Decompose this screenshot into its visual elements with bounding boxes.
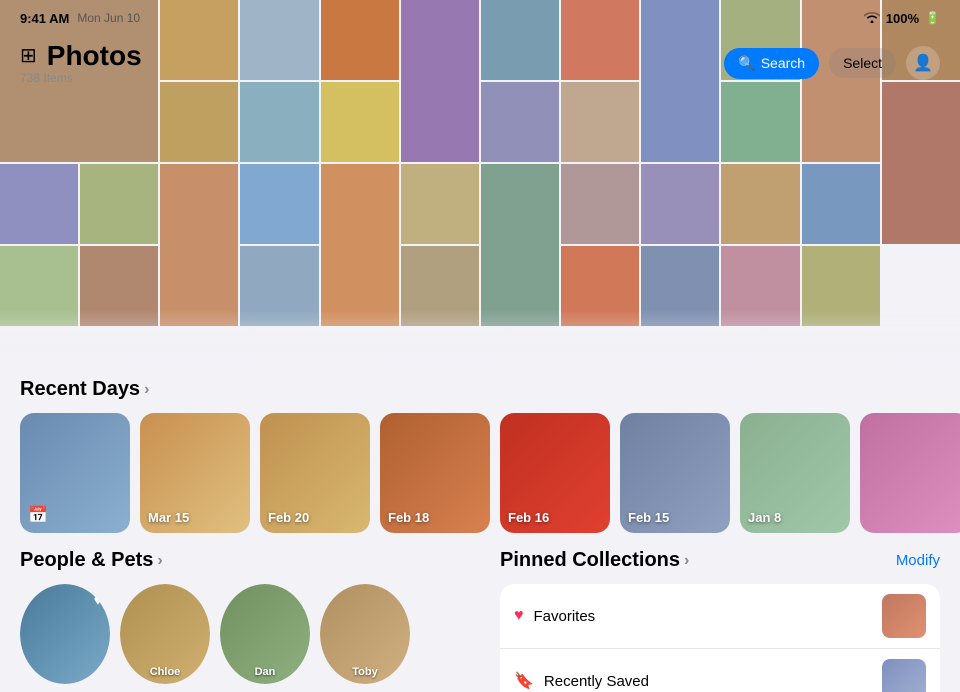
photo-cell[interactable] <box>561 82 639 162</box>
recently-saved-thumbnail <box>882 659 926 692</box>
photo-cell[interactable] <box>80 164 158 244</box>
recent-days-header: Recent Days › <box>0 378 960 401</box>
photo-cell[interactable] <box>561 164 639 244</box>
pinned-item-recently-saved[interactable]: 🔖 Recently Saved <box>500 649 940 692</box>
photo-cell[interactable] <box>561 246 639 326</box>
photo-cell[interactable] <box>160 82 238 162</box>
header-left: ⊞ Photos 738 Items <box>20 41 142 86</box>
profile-avatar[interactable]: 👤 <box>906 46 940 80</box>
status-right-area: 100% 🔋 <box>864 11 940 26</box>
day-card-3[interactable]: Feb 18 <box>380 413 490 533</box>
day-card-7[interactable] <box>860 413 960 533</box>
photo-cell[interactable] <box>401 246 479 326</box>
person-card-0[interactable]: ♥ <box>20 584 110 684</box>
favorite-heart-icon: ♥ <box>94 592 102 608</box>
day-card-4[interactable]: Feb 16 <box>500 413 610 533</box>
pinned-item-favorites[interactable]: ♥ Favorites <box>500 584 940 649</box>
people-pets-title[interactable]: People & Pets › <box>20 549 163 572</box>
people-pets-header: People & Pets › <box>0 549 480 572</box>
day-card-label-1: Mar 15 <box>148 510 189 525</box>
people-scroll[interactable]: ♥ Chloe Dan Toby <box>0 584 480 692</box>
header-buttons: 🔍 Search Select 👤 <box>724 46 940 80</box>
photo-grid-area: ⊞ Photos 738 Items 🔍 Search Select 👤 <box>0 0 960 370</box>
photo-cell[interactable] <box>481 82 559 162</box>
bottom-sections: People & Pets › ♥ Chloe <box>0 549 960 692</box>
day-card-label-5: Feb 15 <box>628 510 669 525</box>
person-label-3: Toby <box>320 666 410 678</box>
day-card-1[interactable]: Mar 15 <box>140 413 250 533</box>
status-bar: 9:41 AM Mon Jun 10 100% 🔋 <box>0 0 960 36</box>
modify-button[interactable]: Modify <box>896 552 940 569</box>
photo-cell[interactable] <box>401 164 479 244</box>
wifi-icon <box>864 11 880 26</box>
pinned-chevron: › <box>684 552 689 570</box>
recent-days-chevron: › <box>144 381 149 399</box>
photo-cell[interactable] <box>0 246 78 326</box>
status-date: Mon Jun 10 <box>77 11 140 25</box>
photo-cell[interactable] <box>802 246 880 326</box>
day-card-label-4: Feb 16 <box>508 510 549 525</box>
photo-cell[interactable] <box>721 164 799 244</box>
main-content[interactable]: ⊞ Photos 738 Items 🔍 Search Select 👤 <box>0 0 960 692</box>
pinned-collections-header: Pinned Collections › Modify <box>480 549 960 572</box>
pinned-collections-section: Pinned Collections › Modify ♥ Favorites … <box>480 549 960 692</box>
day-card-5[interactable]: Feb 15 <box>620 413 730 533</box>
photo-cell[interactable] <box>240 246 318 326</box>
recent-days-section: Recent Days › 📅 Mar 15 Feb 20 <box>0 378 960 549</box>
sections-area: Recent Days › 📅 Mar 15 Feb 20 <box>0 360 960 692</box>
day-card-0[interactable]: 📅 <box>20 413 130 533</box>
photo-cell[interactable] <box>721 82 799 162</box>
battery-icon: 🔋 <box>925 11 940 25</box>
photo-cell[interactable] <box>321 82 399 162</box>
photo-cell[interactable] <box>641 164 719 244</box>
photo-cell[interactable] <box>240 164 318 244</box>
photo-cell[interactable] <box>240 82 318 162</box>
favorites-label: Favorites <box>534 608 883 625</box>
photo-count: 738 Items <box>20 71 142 85</box>
people-pets-chevron: › <box>157 552 162 570</box>
calendar-icon: 📅 <box>28 505 48 525</box>
bookmark-icon: 🔖 <box>514 671 534 691</box>
people-pets-section: People & Pets › ♥ Chloe <box>0 549 480 692</box>
select-button[interactable]: Select <box>829 48 896 78</box>
battery-text: 100% <box>886 11 919 26</box>
photo-cell[interactable] <box>321 164 399 326</box>
photo-cell[interactable] <box>481 164 559 326</box>
header: ⊞ Photos 738 Items 🔍 Search Select 👤 <box>0 36 960 90</box>
photo-cell[interactable] <box>641 246 719 326</box>
sidebar-toggle-icon[interactable]: ⊞ <box>20 43 37 68</box>
search-button[interactable]: 🔍 Search <box>724 48 819 79</box>
recent-days-scroll[interactable]: 📅 Mar 15 Feb 20 Feb 18 <box>0 413 960 549</box>
photo-cell[interactable] <box>882 82 960 244</box>
pinned-collections-title[interactable]: Pinned Collections › <box>500 549 689 572</box>
recently-saved-label: Recently Saved <box>544 673 882 690</box>
pinned-collections-list: ♥ Favorites 🔖 Recently Saved <box>500 584 940 692</box>
search-icon: 🔍 <box>738 55 755 72</box>
page-title: Photos <box>47 41 142 72</box>
photo-cell[interactable] <box>802 164 880 244</box>
favorites-thumbnail <box>882 594 926 638</box>
day-card-label-3: Feb 18 <box>388 510 429 525</box>
person-card-1[interactable]: Chloe <box>120 584 210 684</box>
person-label-2: Dan <box>220 666 310 678</box>
day-card-2[interactable]: Feb 20 <box>260 413 370 533</box>
person-card-2[interactable]: Dan <box>220 584 310 684</box>
select-label: Select <box>843 55 882 71</box>
photo-cell[interactable] <box>160 164 238 326</box>
photo-cell[interactable] <box>80 246 158 326</box>
day-card-6[interactable]: Jan 8 <box>740 413 850 533</box>
day-card-label-2: Feb 20 <box>268 510 309 525</box>
search-label: Search <box>761 55 805 71</box>
person-card-3[interactable]: Toby <box>320 584 410 684</box>
photo-cell[interactable] <box>721 246 799 326</box>
day-card-label-6: Jan 8 <box>748 510 781 525</box>
photo-cell[interactable] <box>0 164 78 244</box>
person-label-1: Chloe <box>120 666 210 678</box>
status-time: 9:41 AM <box>20 11 69 26</box>
recent-days-title[interactable]: Recent Days › <box>20 378 149 401</box>
favorites-heart-icon: ♥ <box>514 607 524 625</box>
